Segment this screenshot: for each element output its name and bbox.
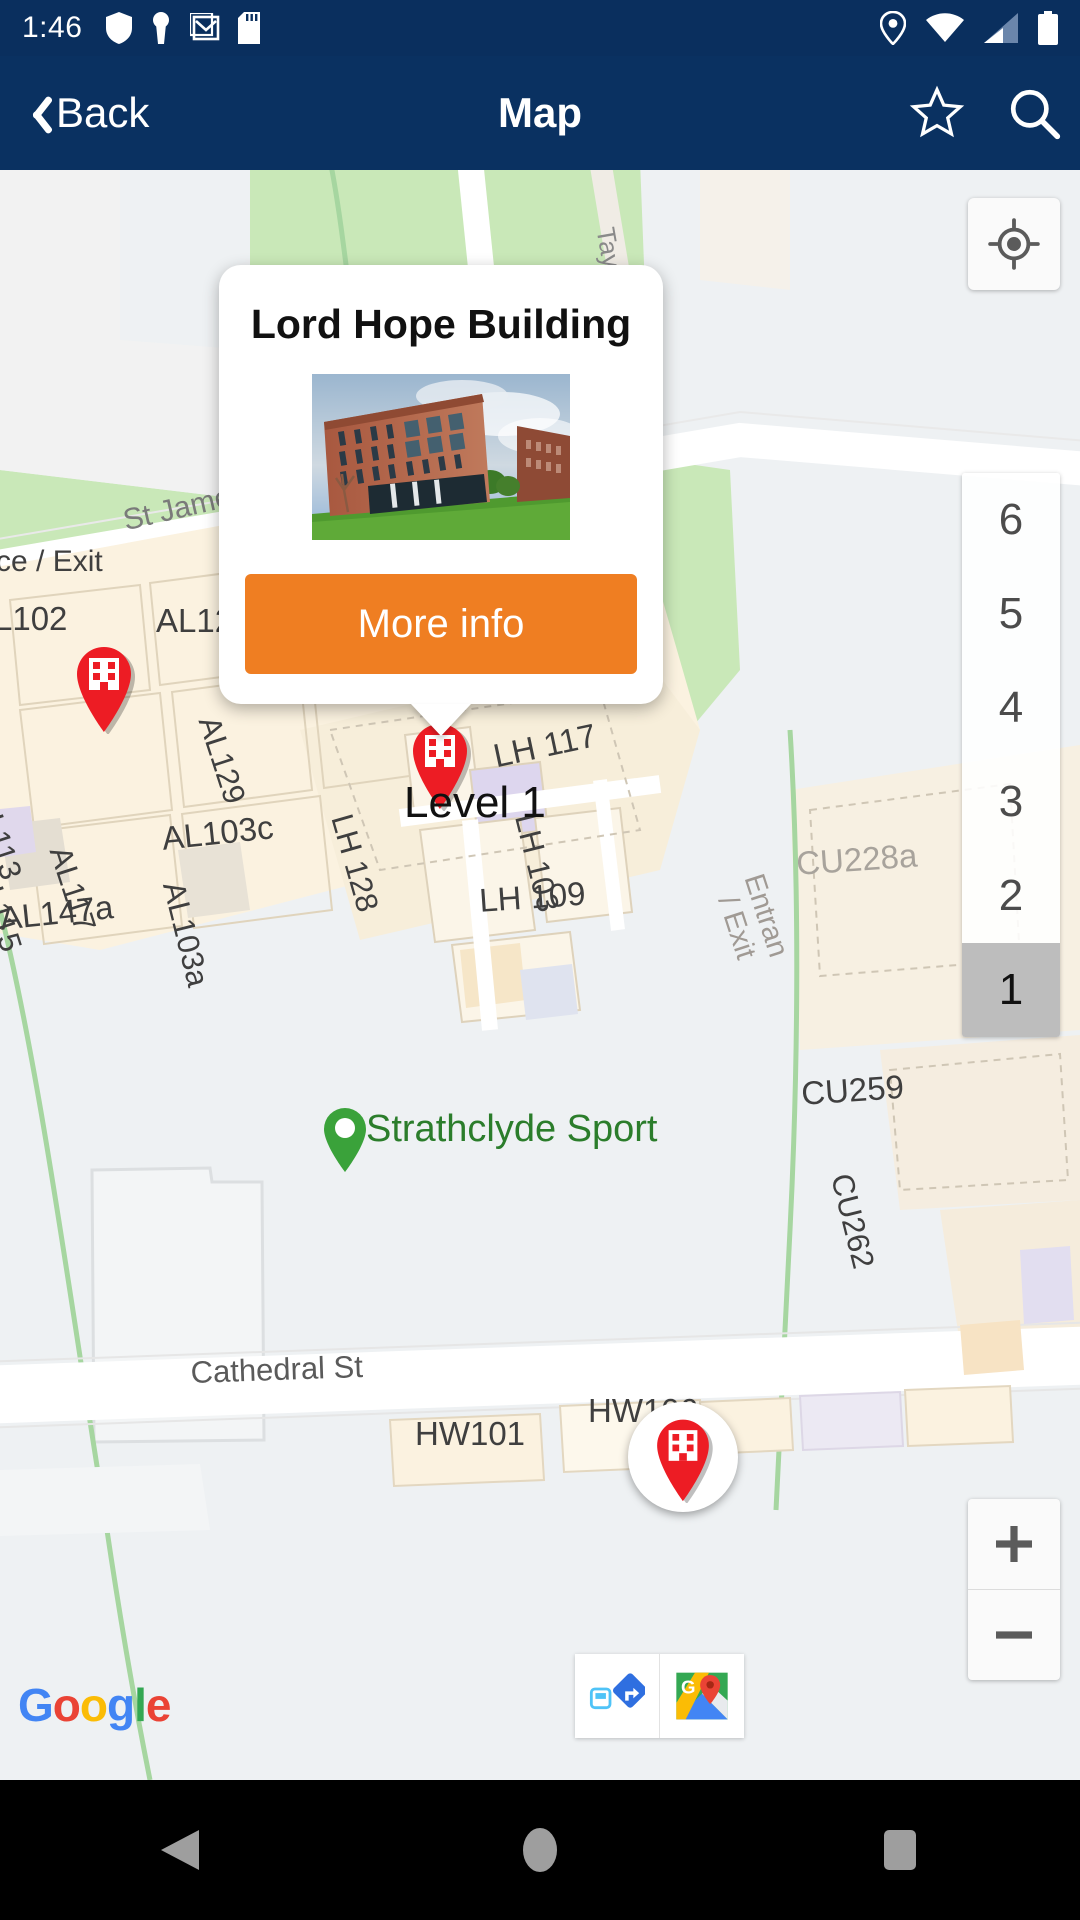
floor-option-5[interactable]: 5 xyxy=(962,567,1060,661)
status-bar: 1:46 xyxy=(0,0,1080,56)
wifi-icon xyxy=(926,13,964,42)
star-outline-icon[interactable] xyxy=(908,85,966,141)
zoom-out-button[interactable] xyxy=(968,1590,1060,1680)
chevron-left-icon xyxy=(20,91,46,135)
nav-back-button[interactable] xyxy=(110,1780,250,1920)
floor-option-4[interactable]: 4 xyxy=(962,661,1060,755)
more-info-button[interactable]: More info xyxy=(245,574,637,674)
my-location-icon xyxy=(988,218,1040,270)
floor-option-2[interactable]: 2 xyxy=(962,849,1060,943)
google-logo-letter: G xyxy=(18,1679,54,1731)
nav-recents-square-icon xyxy=(884,1830,916,1870)
google-logo-letter: o xyxy=(79,1679,108,1731)
floor-selector[interactable]: 654321 xyxy=(962,473,1060,1037)
floor-option-6[interactable]: 6 xyxy=(962,473,1060,567)
nav-home-circle-icon xyxy=(523,1828,557,1872)
map-canvas[interactable]: Tayl St James ce / Exit L102 AL12 AL129 AL113 A… xyxy=(0,170,1080,1780)
android-navigation-bar xyxy=(0,1780,1080,1920)
building-marker-icon xyxy=(657,1419,713,1503)
google-logo-letter: g xyxy=(107,1679,135,1731)
directions-icon xyxy=(589,1673,645,1710)
building-marker-left[interactable] xyxy=(68,638,140,735)
back-button[interactable]: Back xyxy=(0,89,149,137)
floor-option-1[interactable]: 1 xyxy=(962,943,1060,1037)
zoom-controls xyxy=(968,1499,1060,1680)
nav-home-button[interactable] xyxy=(470,1780,610,1920)
svg-text:G: G xyxy=(681,1677,696,1698)
search-icon[interactable] xyxy=(1006,85,1062,141)
gmail-icon xyxy=(190,13,220,41)
sd-card-icon xyxy=(238,12,261,44)
nav-recents-button[interactable] xyxy=(830,1780,970,1920)
minus-icon xyxy=(996,1631,1032,1639)
app-bar-actions xyxy=(908,85,1062,141)
cell-signal-icon xyxy=(984,13,1018,43)
location-icon xyxy=(880,11,906,45)
phone-screen: 1:46 Back Map Tayl St James ce / Exit L1… xyxy=(0,0,1080,1920)
vpn-key-icon xyxy=(153,12,170,44)
selected-building-fab[interactable] xyxy=(628,1402,738,1512)
google-attribution-logo: Google xyxy=(18,1678,172,1732)
google-logo-letter: e xyxy=(145,1679,172,1731)
nav-back-triangle-icon xyxy=(161,1830,199,1870)
shield-icon xyxy=(106,12,133,44)
callout-tail xyxy=(411,704,471,736)
callout-title: Lord Hope Building xyxy=(250,301,632,347)
strathclyde-sport-pin[interactable] xyxy=(318,1102,372,1174)
google-logo-letter: l xyxy=(134,1679,147,1731)
strathclyde-sport-label: Strathclyde Sport xyxy=(366,1108,658,1150)
google-maps-action-bar: G xyxy=(575,1654,744,1738)
my-location-button[interactable] xyxy=(968,198,1060,290)
zoom-in-button[interactable] xyxy=(968,1499,1060,1589)
plus-icon xyxy=(996,1526,1032,1562)
status-bar-system-icons xyxy=(880,11,1058,45)
floor-option-3[interactable]: 3 xyxy=(962,755,1060,849)
directions-button[interactable] xyxy=(575,1654,659,1738)
google-logo-letter: o xyxy=(52,1679,81,1731)
google-maps-icon: G xyxy=(676,1672,728,1720)
building-photo xyxy=(312,374,570,540)
open-google-maps-button[interactable]: G xyxy=(660,1654,744,1738)
app-bar: Back Map xyxy=(0,56,1080,170)
place-info-callout: Lord Hope Building More info xyxy=(219,265,663,736)
status-bar-notification-icons xyxy=(106,12,261,44)
battery-icon xyxy=(1038,11,1058,45)
back-button-label: Back xyxy=(56,89,150,136)
status-bar-clock: 1:46 xyxy=(22,11,83,44)
